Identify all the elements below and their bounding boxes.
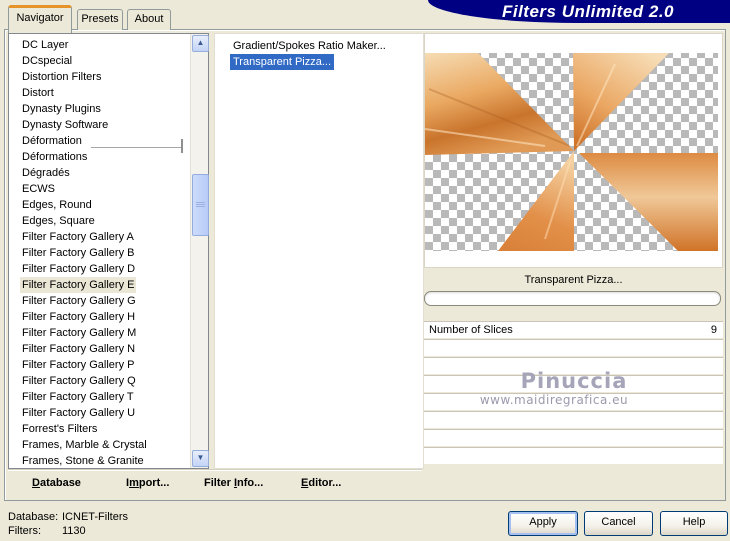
- param-value: 9: [710, 324, 717, 336]
- database-toolbar: Database Import... Filter Info... Editor…: [8, 470, 422, 498]
- title-banner: Filters Unlimited 2.0: [428, 0, 730, 23]
- category-item[interactable]: Déformations: [9, 149, 191, 165]
- category-item[interactable]: DC Layer: [9, 37, 191, 53]
- param-row-empty: [424, 412, 723, 428]
- slices-slider[interactable]: [424, 291, 721, 306]
- cancel-button[interactable]: Cancel: [584, 511, 653, 536]
- filters-unlimited-dialog: Filters Unlimited 2.0 Navigator Presets …: [0, 0, 730, 541]
- preview-canvas[interactable]: [424, 33, 723, 268]
- import-button[interactable]: Import...: [126, 477, 169, 489]
- category-item[interactable]: Edges, Round: [9, 197, 191, 213]
- category-item[interactable]: Filter Factory Gallery N: [9, 341, 191, 357]
- navigator-tab-page: DC Layer DCspecial Distortion Filters Di…: [4, 29, 726, 501]
- tab-navigator[interactable]: Navigator: [8, 5, 72, 33]
- help-button[interactable]: Help: [660, 511, 728, 536]
- category-item[interactable]: Filter Factory Gallery D: [9, 261, 191, 277]
- category-item[interactable]: Filter Factory Gallery M: [9, 325, 191, 341]
- category-item[interactable]: Filter Factory Gallery B: [9, 245, 191, 261]
- scroll-down-icon[interactable]: ▼: [192, 450, 209, 467]
- editor-button[interactable]: Editor...: [301, 477, 341, 489]
- watermark-name: Pinuccia: [520, 369, 628, 393]
- filter-panel: Transparent Pizza... Number of Slices 9 …: [424, 33, 723, 497]
- filter-listbox: Gradient/Spokes Ratio Maker... Transpare…: [214, 33, 424, 469]
- scrollbar-thumb[interactable]: [192, 174, 209, 236]
- param-label: Number of Slices: [429, 324, 513, 336]
- param-row-number-of-slices[interactable]: Number of Slices 9: [424, 322, 723, 338]
- filter-item-selected[interactable]: Transparent Pizza...: [215, 54, 423, 70]
- category-item[interactable]: DCspecial: [9, 53, 191, 69]
- scrollbar-grip-icon: [196, 202, 205, 208]
- apply-button[interactable]: Apply: [508, 511, 578, 536]
- category-item[interactable]: Filter Factory Gallery A: [9, 229, 191, 245]
- category-item[interactable]: ECWS: [9, 181, 191, 197]
- category-item[interactable]: Distortion Filters: [9, 69, 191, 85]
- category-item[interactable]: Forrest's Filters: [9, 421, 191, 437]
- filter-info-button[interactable]: Filter Info...: [204, 477, 263, 489]
- category-item[interactable]: Frames, Marble & Crystal: [9, 437, 191, 453]
- category-item[interactable]: Filter Factory Gallery G: [9, 293, 191, 309]
- param-row-empty: [424, 448, 723, 464]
- category-item[interactable]: Filter Factory Gallery U: [9, 405, 191, 421]
- window-title: Filters Unlimited 2.0: [501, 2, 675, 21]
- filters-count-status: Filters: 1130: [8, 525, 86, 537]
- tab-presets[interactable]: Presets: [77, 9, 123, 30]
- preview-image: [424, 34, 722, 267]
- scroll-up-icon[interactable]: ▲: [192, 35, 209, 52]
- category-item[interactable]: Distort: [9, 85, 191, 101]
- category-item[interactable]: Dégradés: [9, 165, 191, 181]
- category-item[interactable]: Filter Factory Gallery Q: [9, 373, 191, 389]
- tab-about[interactable]: About: [127, 9, 171, 30]
- category-listbox: DC Layer DCspecial Distortion Filters Di…: [8, 33, 209, 469]
- category-item[interactable]: Frames, Stone & Granite: [9, 453, 191, 468]
- stray-line-horizontal: [91, 147, 182, 148]
- category-scrollbar[interactable]: ▲ ▼: [190, 34, 209, 468]
- filter-item[interactable]: Gradient/Spokes Ratio Maker...: [215, 38, 423, 54]
- param-row-empty: [424, 430, 723, 446]
- category-item[interactable]: Dynasty Software: [9, 117, 191, 133]
- category-item[interactable]: Filter Factory Gallery H: [9, 309, 191, 325]
- database-status: Database: ICNET-Filters: [8, 511, 128, 523]
- category-item[interactable]: Filter Factory Gallery P: [9, 357, 191, 373]
- filter-name-caption: Transparent Pizza...: [524, 274, 623, 286]
- category-item[interactable]: Filter Factory Gallery T: [9, 389, 191, 405]
- category-item[interactable]: Edges, Square: [9, 213, 191, 229]
- watermark-url: www.maidiregrafica.eu: [479, 393, 629, 407]
- category-list: DC Layer DCspecial Distortion Filters Di…: [9, 34, 191, 468]
- database-button[interactable]: Database: [32, 477, 81, 489]
- category-item[interactable]: Dynasty Plugins: [9, 101, 191, 117]
- category-item-selected[interactable]: Filter Factory Gallery E: [9, 277, 191, 293]
- stray-line-tick: [181, 139, 183, 153]
- param-row-empty: [424, 340, 723, 356]
